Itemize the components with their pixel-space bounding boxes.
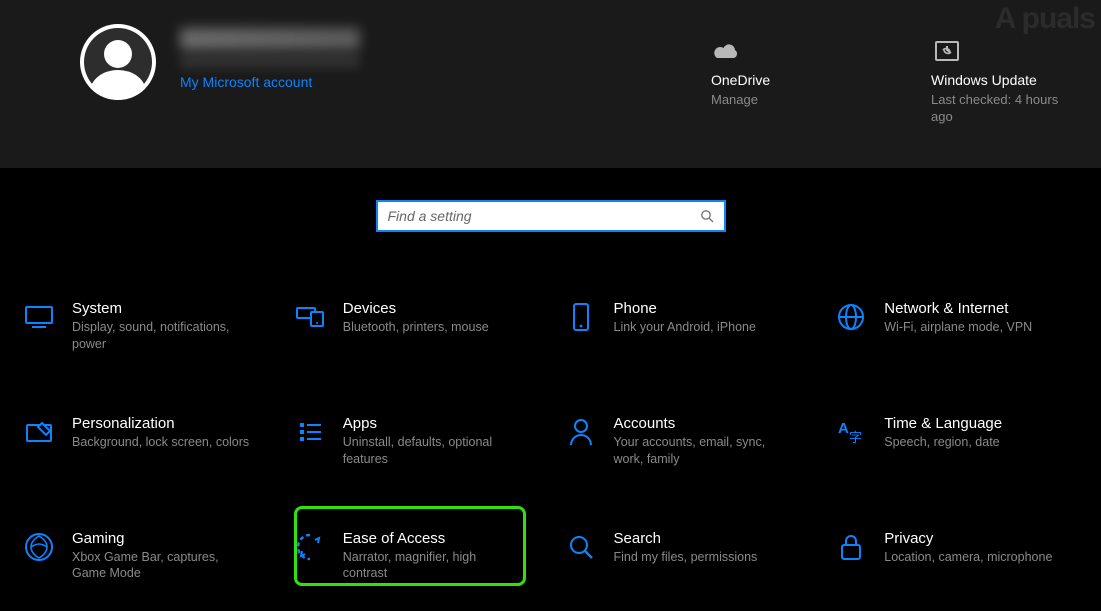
windows-update-tile[interactable]: Windows Update Last checked: 4 hours ago (931, 40, 1061, 126)
phone-icon (564, 300, 598, 334)
settings-header: My Microsoft account OneDrive Manage Win… (0, 0, 1101, 168)
windows-update-title: Windows Update (931, 72, 1037, 88)
category-sub: Speech, region, date (884, 434, 1002, 451)
category-sub: Your accounts, email, sync, work, family (614, 434, 794, 468)
apps-icon (293, 415, 327, 449)
category-title: Privacy (884, 530, 1052, 547)
category-title: Phone (614, 300, 756, 317)
category-accounts[interactable]: Accounts Your accounts, email, sync, wor… (558, 411, 817, 472)
category-personalization[interactable]: Personalization Background, lock screen,… (16, 411, 275, 472)
svg-text:字: 字 (849, 430, 862, 445)
category-system[interactable]: System Display, sound, notifications, po… (16, 296, 275, 357)
category-title: Network & Internet (884, 300, 1032, 317)
category-sub: Xbox Game Bar, captures, Game Mode (72, 549, 252, 583)
windows-update-icon (931, 40, 963, 64)
category-sub: Display, sound, notifications, power (72, 319, 252, 353)
category-sub: Background, lock screen, colors (72, 434, 249, 451)
category-title: Devices (343, 300, 489, 317)
category-sub: Location, camera, microphone (884, 549, 1052, 566)
settings-categories: System Display, sound, notifications, po… (16, 296, 1087, 586)
cloud-icon (711, 40, 743, 64)
category-sub: Link your Android, iPhone (614, 319, 756, 336)
onedrive-tile[interactable]: OneDrive Manage (711, 40, 841, 126)
category-title: Personalization (72, 415, 249, 432)
search-icon (700, 209, 714, 223)
search-category-icon (564, 530, 598, 564)
category-title: Search (614, 530, 758, 547)
category-gaming[interactable]: Gaming Xbox Game Bar, captures, Game Mod… (16, 526, 275, 587)
category-sub: Uninstall, defaults, optional features (343, 434, 523, 468)
category-time-language[interactable]: A字 Time & Language Speech, region, date (828, 411, 1087, 472)
category-title: Ease of Access (343, 530, 523, 547)
watermark: A puals (995, 2, 1095, 36)
onedrive-sub: Manage (711, 92, 758, 109)
gaming-icon (22, 530, 56, 564)
category-title: Apps (343, 415, 523, 432)
category-sub: Find my files, permissions (614, 549, 758, 566)
category-phone[interactable]: Phone Link your Android, iPhone (558, 296, 817, 357)
my-microsoft-account-link[interactable]: My Microsoft account (180, 74, 360, 90)
category-title: Gaming (72, 530, 252, 547)
ease-of-access-icon (293, 530, 327, 564)
category-sub: Narrator, magnifier, high contrast (343, 549, 523, 583)
category-title: Accounts (614, 415, 794, 432)
category-devices[interactable]: Devices Bluetooth, printers, mouse (287, 296, 546, 357)
category-title: Time & Language (884, 415, 1002, 432)
search-box[interactable] (376, 200, 726, 232)
search-input[interactable] (388, 208, 700, 224)
network-icon (834, 300, 868, 334)
personalization-icon (22, 415, 56, 449)
privacy-icon (834, 530, 868, 564)
category-sub: Wi-Fi, airplane mode, VPN (884, 319, 1032, 336)
svg-text:A: A (838, 420, 849, 437)
user-name (180, 28, 360, 50)
category-ease-of-access[interactable]: Ease of Access Narrator, magnifier, high… (287, 526, 546, 587)
category-network[interactable]: Network & Internet Wi-Fi, airplane mode,… (828, 296, 1087, 357)
user-email (180, 54, 360, 68)
windows-update-sub: Last checked: 4 hours ago (931, 92, 1061, 126)
category-apps[interactable]: Apps Uninstall, defaults, optional featu… (287, 411, 546, 472)
category-sub: Bluetooth, printers, mouse (343, 319, 489, 336)
devices-icon (293, 300, 327, 334)
time-language-icon: A字 (834, 415, 868, 449)
onedrive-title: OneDrive (711, 72, 770, 88)
category-title: System (72, 300, 252, 317)
category-privacy[interactable]: Privacy Location, camera, microphone (828, 526, 1087, 587)
user-avatar[interactable] (80, 24, 156, 100)
category-search[interactable]: Search Find my files, permissions (558, 526, 817, 587)
system-icon (22, 300, 56, 334)
accounts-icon (564, 415, 598, 449)
